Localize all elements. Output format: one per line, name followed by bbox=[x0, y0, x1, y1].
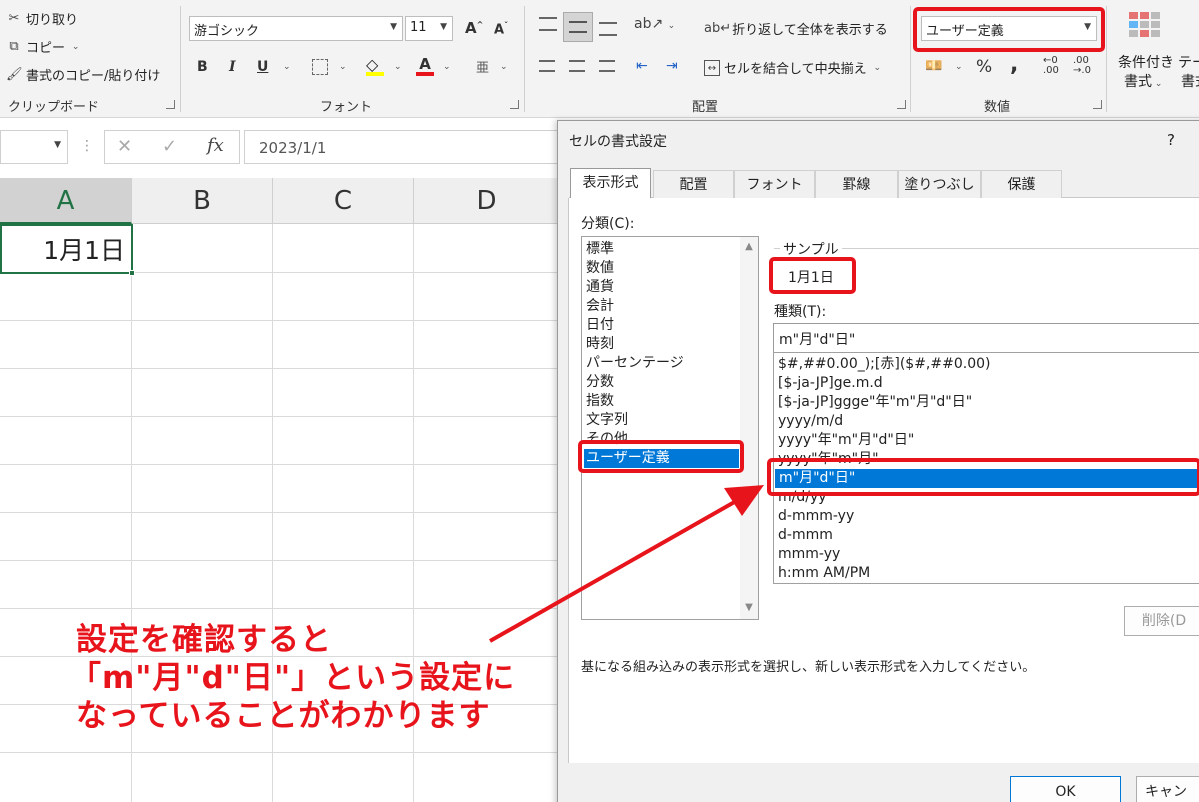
annotation-arrow-line bbox=[489, 498, 739, 643]
annotation-arrow-head bbox=[724, 485, 764, 516]
annotation-line-3: なっていることがわかります bbox=[76, 698, 491, 734]
